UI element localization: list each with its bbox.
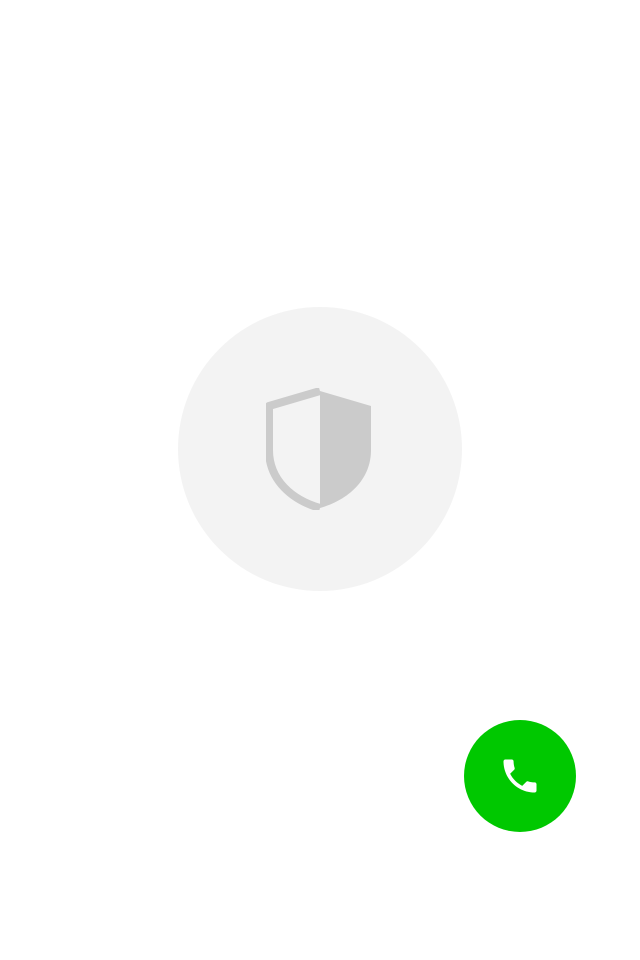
shield-placeholder-circle [178, 307, 462, 591]
phone-icon [503, 759, 537, 793]
call-screen [0, 0, 640, 960]
shield-icon [266, 388, 371, 510]
call-button[interactable] [464, 720, 576, 832]
